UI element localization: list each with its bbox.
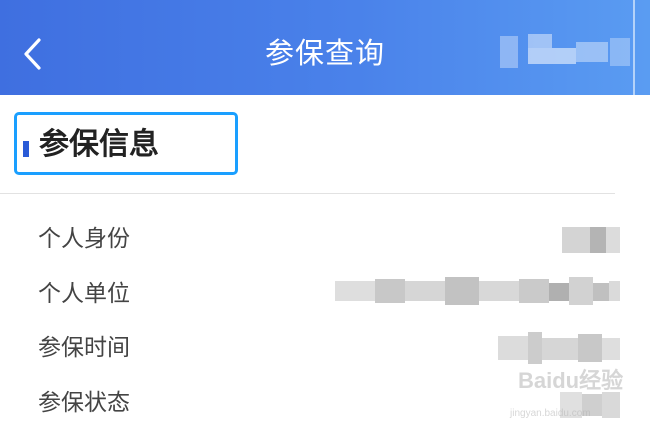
row-label-insured-date: 参保时间 [38,335,130,361]
row-value-employer-blurred [335,271,620,311]
section-header-highlight: 参保信息 [14,112,238,175]
blurred-header-info [498,28,650,76]
section-divider [0,193,615,194]
row-label-insured-status: 参保状态 [38,390,130,416]
watermark-url: jingyan.baidu.com [510,408,591,419]
section-title: 参保信息 [39,127,159,162]
row-label-employer: 个人单位 [38,281,130,307]
edge-divider [633,0,635,95]
row-value-insured-date-blurred [498,332,620,364]
app-header: 参保查询 [0,0,650,95]
row-value-identity-blurred [562,227,620,253]
row-label-identity: 个人身份 [38,226,130,252]
baidu-jingyan-watermark: Baidu经验 jingyan.baidu.com [510,368,640,428]
section-marker [23,141,29,157]
watermark-brand: Baidu经验 [518,368,624,393]
